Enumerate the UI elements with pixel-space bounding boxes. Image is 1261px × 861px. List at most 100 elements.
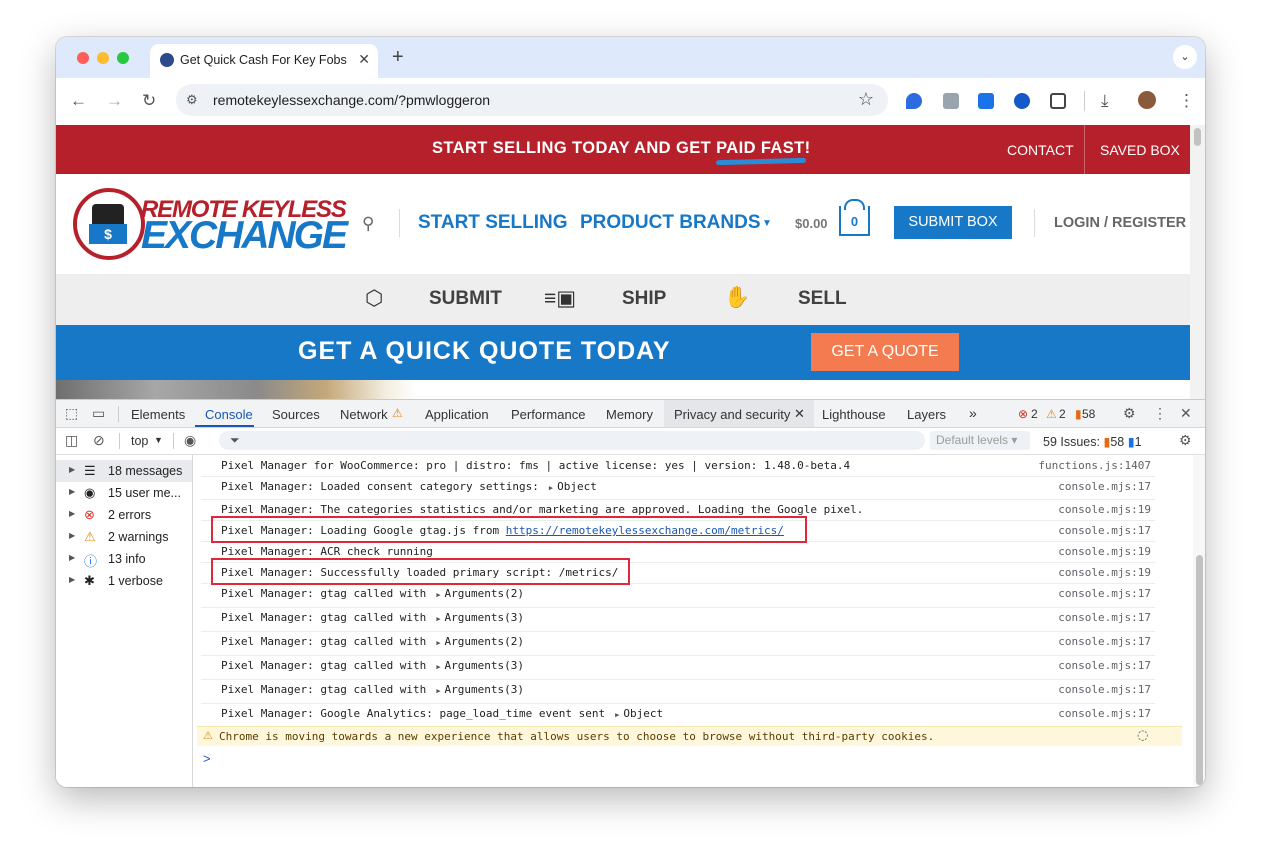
tab-memory[interactable]: Memory — [606, 407, 653, 422]
contact-link[interactable]: CONTACT — [1007, 142, 1074, 158]
expand-triangle-icon[interactable]: ▶ — [615, 711, 619, 719]
url-text[interactable]: remotekeylessexchange.com/?pmwloggeron — [213, 92, 490, 108]
download-icon[interactable]: ⤓ — [1101, 91, 1109, 111]
sidebar-info[interactable]: ▶ ⓘ 13 info — [56, 548, 192, 570]
error-count-icon[interactable]: ⊗ — [1018, 407, 1028, 421]
log-source-link[interactable]: console.mjs:17 — [1058, 611, 1151, 624]
extension-code-icon[interactable] — [943, 93, 959, 109]
close-devtools-icon[interactable]: ✕ — [1180, 405, 1192, 422]
log-levels-dropdown[interactable]: Default levels ▾ — [930, 431, 1030, 450]
log-source-link[interactable]: console.mjs:19 — [1058, 545, 1151, 558]
info-count[interactable]: 58 — [1082, 407, 1095, 421]
close-tab-icon[interactable]: ✕ — [358, 51, 370, 68]
tab-elements[interactable]: Elements — [131, 407, 185, 422]
log-source-link[interactable]: console.mjs:17 — [1058, 707, 1151, 720]
log-row[interactable]: Pixel Manager for WooCommerce: pro | dis… — [201, 455, 1155, 477]
warning-count-icon[interactable]: ⚠ — [1046, 407, 1057, 421]
sidebar-messages[interactable]: ▶ ☰ 18 messages — [56, 460, 192, 482]
minimize-window-button[interactable] — [97, 52, 109, 64]
get-quote-button[interactable]: GET A QUOTE — [811, 333, 959, 371]
log-source-link[interactable]: console.mjs:17 — [1058, 635, 1151, 648]
log-source-link[interactable]: console.mjs:17 — [1058, 659, 1151, 672]
close-tab-icon[interactable]: ✕ — [794, 406, 805, 422]
log-arg[interactable]: Arguments(2) — [445, 587, 524, 600]
browser-tab[interactable]: Get Quick Cash For Key Fobs ✕ — [150, 44, 378, 78]
issues-counter[interactable]: 59 Issues: ▮58 ▮1 — [1043, 434, 1142, 449]
log-row[interactable]: Pixel Manager: gtag called with ▶ Argument… — [201, 679, 1155, 704]
address-bar[interactable]: ⚙ remotekeylessexchange.com/?pmwloggeron… — [176, 84, 888, 116]
console-scrollbar[interactable] — [1193, 455, 1205, 787]
expand-arrow-icon[interactable]: ▶ — [69, 487, 75, 496]
expand-triangle-icon[interactable]: ▶ — [436, 591, 440, 599]
log-source-link[interactable]: console.mjs:17 — [1058, 524, 1151, 537]
error-count[interactable]: 2 — [1031, 407, 1038, 421]
expand-triangle-icon[interactable]: ▶ — [549, 484, 553, 492]
page-scrollbar[interactable] — [1190, 125, 1205, 399]
password-manager-icon[interactable] — [1014, 93, 1030, 109]
product-brands-link[interactable]: PRODUCT BRANDS — [580, 212, 761, 234]
inspect-element-icon[interactable]: ⬚ — [65, 405, 78, 422]
expand-arrow-icon[interactable]: ▶ — [69, 575, 75, 584]
log-source-link[interactable]: console.mjs:19 — [1058, 503, 1151, 516]
sidebar-user-messages[interactable]: ▶ ◉ 15 user me... — [56, 482, 192, 504]
chevron-down-icon[interactable]: ▼ — [762, 218, 772, 229]
log-source-link[interactable]: console.mjs:17 — [1058, 480, 1151, 493]
tab-search-button[interactable]: ⌄ — [1173, 45, 1197, 69]
expand-triangle-icon[interactable]: ▶ — [436, 663, 440, 671]
more-tabs-icon[interactable]: » — [969, 405, 977, 421]
login-register-link[interactable]: LOGIN / REGISTER — [1054, 215, 1186, 231]
expand-arrow-icon[interactable]: ▶ — [69, 509, 75, 518]
console-settings-icon[interactable]: ⚙ — [1179, 432, 1192, 449]
log-arg[interactable]: Arguments(3) — [445, 659, 524, 672]
settings-gear-icon[interactable]: ⚙ — [1123, 405, 1136, 422]
expand-arrow-icon[interactable]: ▶ — [69, 553, 75, 562]
info-count-icon[interactable]: ▮ — [1075, 407, 1082, 421]
start-selling-link[interactable]: START SELLING — [418, 212, 568, 234]
zoom-window-button[interactable] — [117, 52, 129, 64]
bookmark-star-icon[interactable]: ☆ — [858, 89, 874, 110]
sidebar-verbose[interactable]: ▶ ✱ 1 verbose — [56, 570, 192, 592]
log-row[interactable]: Pixel Manager: gtag called with ▶ Argument… — [201, 607, 1155, 632]
extensions-puzzle-icon[interactable] — [1050, 93, 1066, 109]
profile-avatar[interactable] — [1138, 91, 1156, 109]
log-row[interactable]: Pixel Manager: gtag called with ▶ Argument… — [201, 583, 1155, 608]
warning-count[interactable]: 2 — [1059, 407, 1066, 421]
close-window-button[interactable] — [77, 52, 89, 64]
extension-tag-icon[interactable] — [906, 93, 922, 109]
expand-arrow-icon[interactable]: ▶ — [69, 531, 75, 540]
context-selector[interactable]: top — [131, 434, 148, 448]
log-arg[interactable]: Arguments(3) — [445, 683, 524, 696]
forward-button[interactable]: → — [106, 91, 123, 111]
log-arg[interactable]: Object — [557, 480, 597, 493]
log-row[interactable]: Pixel Manager: Google Analytics: page_lo… — [201, 703, 1155, 726]
saved-box-link[interactable]: SAVED BOX — [1100, 142, 1180, 158]
menu-dots-icon[interactable]: ⋮ — [1178, 91, 1195, 111]
log-source-link[interactable]: functions.js:1407 — [1038, 459, 1151, 472]
new-tab-button[interactable]: + — [392, 46, 404, 69]
tab-console[interactable]: Console — [205, 407, 253, 422]
log-row[interactable]: Pixel Manager: Loaded consent category s… — [201, 476, 1155, 500]
expand-triangle-icon[interactable]: ▶ — [436, 615, 440, 623]
sidebar-errors[interactable]: ▶ ⊗ 2 errors — [56, 504, 192, 526]
site-settings-icon[interactable]: ⚙ — [186, 92, 198, 108]
reload-button[interactable]: ↻ — [142, 91, 156, 111]
context-chevron-icon[interactable]: ▼ — [154, 435, 163, 445]
devtools-menu-icon[interactable]: ⋮ — [1153, 405, 1167, 422]
expand-triangle-icon[interactable]: ▶ — [436, 687, 440, 695]
search-icon[interactable]: ⚲ — [362, 214, 374, 234]
clear-console-icon[interactable]: ⊘ — [93, 432, 105, 449]
console-filter-input[interactable]: ⏷ — [219, 431, 925, 450]
extension-ticket-icon[interactable] — [978, 93, 994, 109]
cookie-icon[interactable]: ◌ — [1137, 728, 1148, 743]
log-source-link[interactable]: console.mjs:19 — [1058, 566, 1151, 579]
sidebar-toggle-icon[interactable]: ◫ — [65, 432, 78, 449]
submit-box-button[interactable]: SUBMIT BOX — [894, 206, 1012, 239]
expand-triangle-icon[interactable]: ▶ — [436, 639, 440, 647]
cookie-warning-row[interactable]: ⚠ Chrome is moving towards a new experie… — [197, 726, 1182, 746]
cart-amount[interactable]: $0.00 — [795, 216, 828, 231]
tab-sources[interactable]: Sources — [272, 407, 320, 422]
log-source-link[interactable]: console.mjs:17 — [1058, 683, 1151, 696]
log-row[interactable]: Pixel Manager: gtag called with ▶ Argument… — [201, 655, 1155, 680]
expand-arrow-icon[interactable]: ▶ — [69, 465, 75, 474]
tab-performance[interactable]: Performance — [511, 407, 585, 422]
